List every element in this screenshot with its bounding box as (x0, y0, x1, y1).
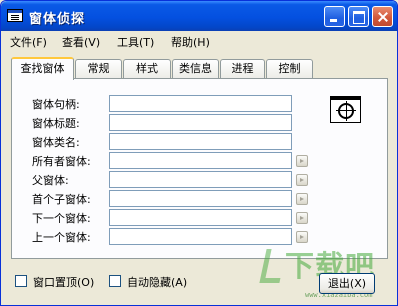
next-window-arrow-icon[interactable] (296, 212, 308, 224)
menu-help[interactable]: 帮助(H) (171, 34, 210, 50)
window-icon (7, 9, 23, 22)
window-title: 窗体侦探 (29, 12, 86, 27)
tab-process[interactable]: 进程 (220, 59, 265, 79)
auto-hide-label: 自动隐藏(A) (127, 276, 188, 289)
always-on-top-option[interactable]: 窗口置顶(O) (15, 274, 105, 289)
find-window-panel: 窗体句柄: 窗体标题: 窗体类名: 所有者窗体: 父窗体: 首个子窗体: 下一个… (11, 78, 388, 259)
label-window-class: 窗体类名: (32, 136, 80, 149)
menu-file[interactable]: 文件(F) (10, 34, 47, 50)
auto-hide-checkbox[interactable] (109, 275, 121, 287)
next-window-field[interactable] (109, 209, 292, 226)
owner-window-field[interactable] (109, 152, 292, 169)
owner-window-arrow-icon[interactable] (296, 155, 308, 167)
first-child-arrow-icon[interactable] (296, 193, 308, 205)
exit-button[interactable]: 退出(X) (319, 273, 375, 294)
finder-titlebar (331, 97, 360, 100)
label-next-window: 下一个窗体: (32, 212, 91, 225)
parent-window-field[interactable] (109, 171, 292, 188)
auto-hide-option[interactable]: 自动隐藏(A) (109, 274, 199, 289)
parent-window-arrow-icon[interactable] (296, 174, 308, 186)
previous-window-arrow-icon[interactable] (296, 231, 308, 243)
label-owner-window: 所有者窗体: (32, 155, 91, 168)
label-previous-window: 上一个窗体: (32, 231, 91, 244)
window-class-field[interactable] (109, 133, 292, 150)
tab-style[interactable]: 样式 (123, 59, 171, 79)
tab-control[interactable]: 控制 (266, 59, 313, 79)
label-window-handle: 窗体句柄: (32, 98, 80, 111)
app-window: 窗体侦探 文件(F) 查看(V) 工具(T) 帮助(H) 查找窗体 常规 样式 … (0, 0, 398, 306)
menu-bar: 文件(F) 查看(V) 工具(T) 帮助(H) (4, 31, 396, 51)
label-first-child: 首个子窗体: (32, 193, 91, 206)
menu-tools[interactable]: 工具(T) (117, 34, 154, 50)
maximize-button[interactable] (348, 6, 369, 27)
label-parent-window: 父窗体: (32, 174, 69, 187)
title-bar[interactable]: 窗体侦探 (1, 1, 397, 31)
tab-general[interactable]: 常规 (75, 59, 122, 79)
first-child-field[interactable] (109, 190, 292, 207)
crosshair-target-icon[interactable] (330, 96, 361, 123)
watermark-mark (259, 249, 287, 283)
window-title-field[interactable] (109, 114, 292, 131)
finder-crosshair-vertical (346, 101, 347, 121)
menu-view[interactable]: 查看(V) (62, 34, 100, 50)
close-button[interactable] (372, 6, 393, 27)
label-window-title: 窗体标题: (32, 117, 80, 130)
always-on-top-label: 窗口置顶(O) (33, 276, 95, 289)
tab-find-window[interactable]: 查找窗体 (11, 57, 74, 80)
always-on-top-checkbox[interactable] (15, 275, 27, 287)
minimize-button[interactable] (324, 6, 345, 27)
window-handle-field[interactable] (109, 95, 292, 112)
tab-class-info[interactable]: 类信息 (172, 59, 219, 79)
